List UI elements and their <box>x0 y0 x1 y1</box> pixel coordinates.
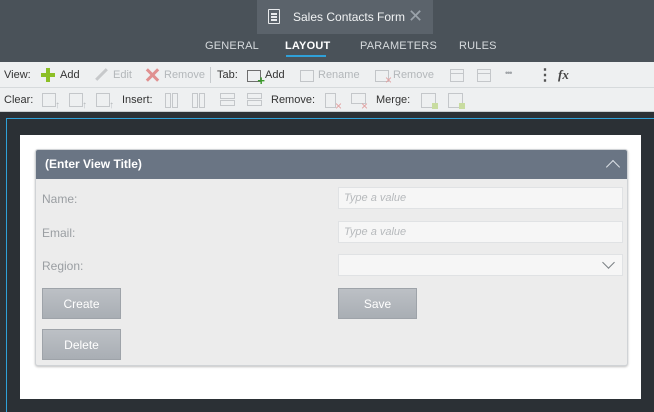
clear-group-label: Clear: <box>4 94 34 106</box>
clear-all-button[interactable] <box>96 92 114 111</box>
insert-col-right-button[interactable] <box>191 92 211 108</box>
menu-button[interactable] <box>533 65 553 85</box>
remove-tab-button[interactable]: Remove <box>375 67 434 87</box>
add-tab-button[interactable]: Add <box>247 67 285 88</box>
edit-view-label: Edit <box>113 69 132 81</box>
insert-row-below-icon <box>246 92 262 108</box>
close-icon[interactable]: ✕ <box>408 6 423 26</box>
edit-view-button[interactable]: Edit <box>93 67 132 83</box>
merge-down-button[interactable] <box>447 92 467 109</box>
tab-layout[interactable]: LAYOUT <box>285 40 330 52</box>
document-title: Sales Contacts Form <box>293 10 406 24</box>
active-tab-indicator <box>286 55 326 57</box>
tab-group-label: Tab: <box>217 69 238 81</box>
merge-down-icon <box>447 92 465 109</box>
email-label: Email: <box>42 226 76 240</box>
insert-column-left-icon <box>164 92 180 108</box>
name-label: Name: <box>42 192 78 206</box>
create-button[interactable]: Create <box>42 288 121 319</box>
rename-tab-icon <box>300 70 314 82</box>
merge-right-icon <box>420 92 438 109</box>
insert-row-above-button[interactable] <box>219 92 239 108</box>
more-options-button[interactable] <box>505 67 525 83</box>
function-icon: fx <box>558 67 569 82</box>
clear-row-icon <box>69 93 87 111</box>
insert-row-above-icon <box>219 92 235 108</box>
save-button[interactable]: Save <box>338 288 417 319</box>
tab-parameters[interactable]: PARAMETERS <box>360 40 437 52</box>
view-panel[interactable]: (Enter View Title) Name: Email: Region: … <box>35 149 628 366</box>
delete-button[interactable]: Delete <box>42 329 121 360</box>
toolbar-row-grid: Clear: Insert: Remove: Merge: <box>0 87 654 113</box>
tab-rules[interactable]: RULES <box>459 40 497 52</box>
main-nav: GENERAL LAYOUT PARAMETERS RULES <box>0 34 654 62</box>
remove-tab-icon <box>375 70 392 87</box>
add-view-button[interactable]: Add <box>40 67 80 83</box>
layout-toolbar: View: Add Edit Remove Tab: Add Rename Re… <box>0 62 654 113</box>
move-tab-right-icon <box>477 68 491 82</box>
kebab-menu-icon <box>533 65 553 85</box>
remove-column-button[interactable] <box>324 92 344 113</box>
remove-column-icon <box>324 92 342 113</box>
name-input[interactable] <box>338 187 623 209</box>
move-tab-left-icon <box>450 68 464 82</box>
remove-tab-label: Remove <box>393 69 434 81</box>
view-header[interactable]: (Enter View Title) <box>36 150 627 179</box>
rename-tab-label: Rename <box>318 69 360 81</box>
plus-icon <box>40 67 56 83</box>
region-label: Region: <box>42 259 84 273</box>
rename-tab-button[interactable]: Rename <box>300 67 360 83</box>
document-icon <box>268 9 280 24</box>
title-bar: Sales Contacts Form ✕ <box>0 0 654 34</box>
view-group-label: View: <box>4 69 31 81</box>
add-tab-label: Add <box>265 69 285 81</box>
insert-row-below-button[interactable] <box>246 92 266 108</box>
insert-col-left-button[interactable] <box>164 92 184 108</box>
ellipsis-icon <box>505 67 521 83</box>
remove-row-button[interactable] <box>350 92 370 113</box>
expression-button[interactable]: fx <box>558 67 578 83</box>
remove-view-label: Remove <box>164 69 205 81</box>
clear-cell-icon <box>42 93 60 111</box>
email-input[interactable] <box>338 221 623 243</box>
toolbar-row-view-tab: View: Add Edit Remove Tab: Add Rename Re… <box>0 63 654 88</box>
merge-group-label: Merge: <box>376 94 411 106</box>
tab-left-button[interactable] <box>450 67 468 83</box>
insert-group-label: Insert: <box>122 94 153 106</box>
clear-all-icon <box>96 93 114 111</box>
remove-row-icon <box>350 92 368 113</box>
add-view-label: Add <box>60 69 80 81</box>
tab-right-button[interactable] <box>477 67 495 83</box>
chevron-up-icon[interactable] <box>607 158 619 170</box>
add-tab-icon <box>247 70 265 88</box>
remove-view-button[interactable]: Remove <box>144 67 205 83</box>
remove-group-label: Remove: <box>271 94 316 106</box>
tab-general[interactable]: GENERAL <box>205 40 259 52</box>
chevron-down-icon[interactable] <box>604 258 614 268</box>
toolbar-divider <box>210 67 211 83</box>
delete-x-icon <box>144 67 160 83</box>
view-title[interactable]: (Enter View Title) <box>45 157 142 171</box>
clear-row-button[interactable] <box>69 92 87 111</box>
insert-column-right-icon <box>191 92 207 108</box>
document-tab[interactable]: Sales Contacts Form ✕ <box>257 0 433 34</box>
pencil-icon <box>93 67 109 83</box>
region-dropdown[interactable] <box>338 254 623 276</box>
clear-cell-button[interactable] <box>42 92 60 111</box>
merge-right-button[interactable] <box>420 92 440 109</box>
